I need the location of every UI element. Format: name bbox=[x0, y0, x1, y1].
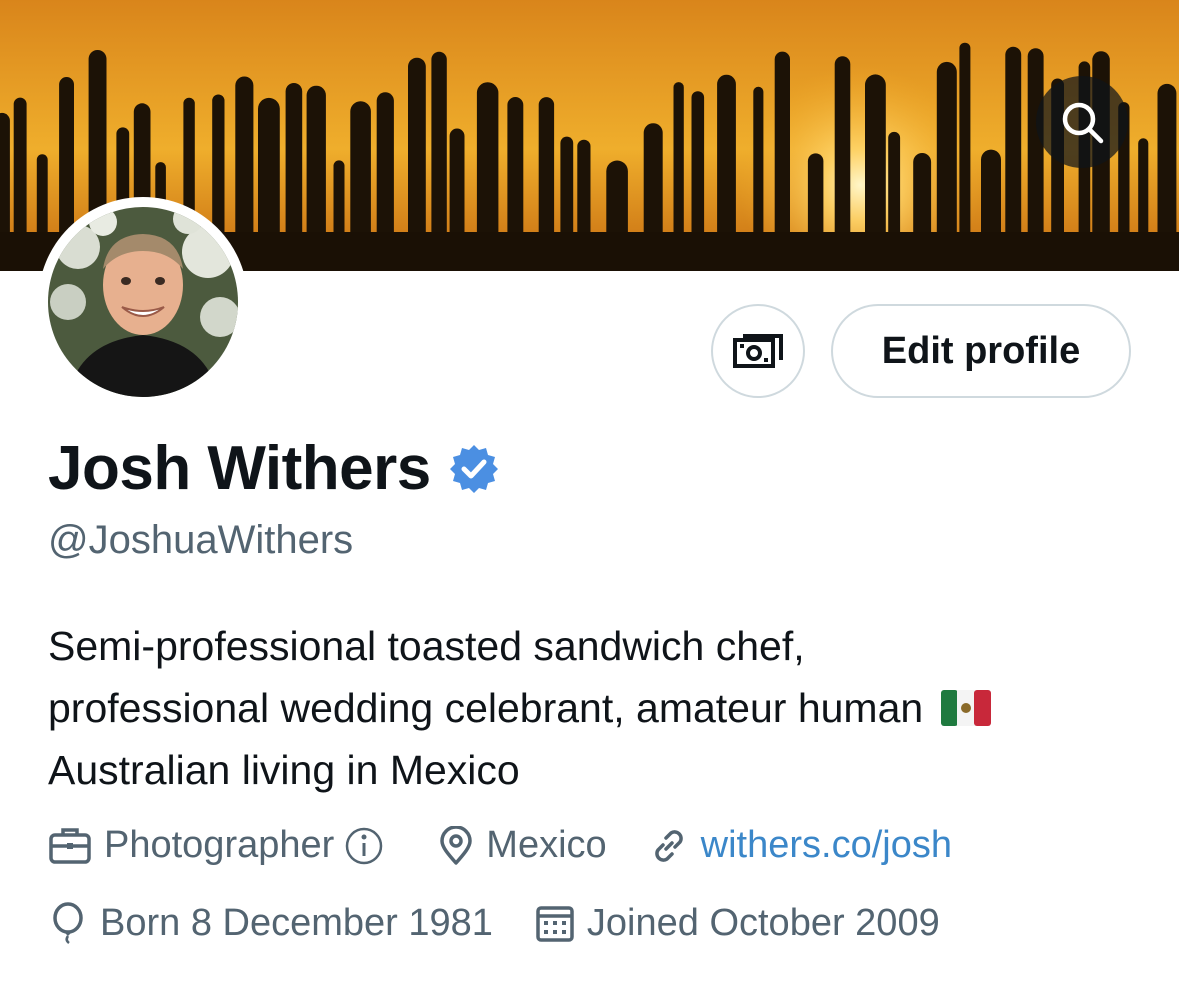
calendar-icon bbox=[536, 906, 574, 942]
location-pin-icon bbox=[440, 825, 473, 865]
profile-meta-row: Born 8 December 1981 Joined October 2009 bbox=[48, 901, 982, 945]
money-icon bbox=[733, 334, 783, 368]
profile-meta-row: Photographer Mexico withers.co/josh bbox=[48, 824, 994, 867]
join-date-label: Joined October 2009 bbox=[586, 901, 940, 944]
category-label: Photographer bbox=[104, 824, 335, 866]
avatar[interactable] bbox=[38, 197, 248, 407]
search-button[interactable] bbox=[1036, 76, 1128, 168]
category: Photographer bbox=[48, 824, 396, 867]
link-icon bbox=[654, 829, 683, 862]
bio-line: Semi-professional toasted sandwich chef, bbox=[48, 623, 805, 669]
balloon-icon bbox=[53, 902, 83, 944]
info-icon[interactable] bbox=[344, 826, 396, 866]
bio-line: Australian living in Mexico bbox=[48, 747, 520, 793]
website-link[interactable]: withers.co/josh bbox=[701, 824, 952, 867]
bio: Semi-professional toasted sandwich chef,… bbox=[48, 615, 1148, 801]
birthday-label: Born 8 December 1981 bbox=[100, 901, 493, 944]
tips-button[interactable] bbox=[711, 304, 805, 398]
search-icon bbox=[1062, 102, 1104, 144]
location-label: Mexico bbox=[486, 824, 607, 866]
birthday: Born 8 December 1981 bbox=[48, 901, 493, 945]
location: Mexico bbox=[438, 824, 607, 867]
mexico-flag-icon bbox=[941, 690, 992, 726]
website[interactable]: withers.co/josh bbox=[649, 824, 952, 867]
verified-badge-icon[interactable] bbox=[449, 443, 499, 493]
join-date: Joined October 2009 bbox=[535, 902, 940, 945]
handle: @JoshuaWithers bbox=[48, 518, 354, 562]
display-name: Josh Withers bbox=[48, 433, 431, 503]
bio-line-text: professional wedding celebrant, amateur … bbox=[48, 685, 924, 731]
edit-profile-button[interactable]: Edit profile bbox=[831, 304, 1131, 398]
bio-line: professional wedding celebrant, amateur … bbox=[48, 677, 1148, 739]
avatar-photo bbox=[48, 207, 238, 397]
briefcase-icon bbox=[49, 827, 91, 864]
